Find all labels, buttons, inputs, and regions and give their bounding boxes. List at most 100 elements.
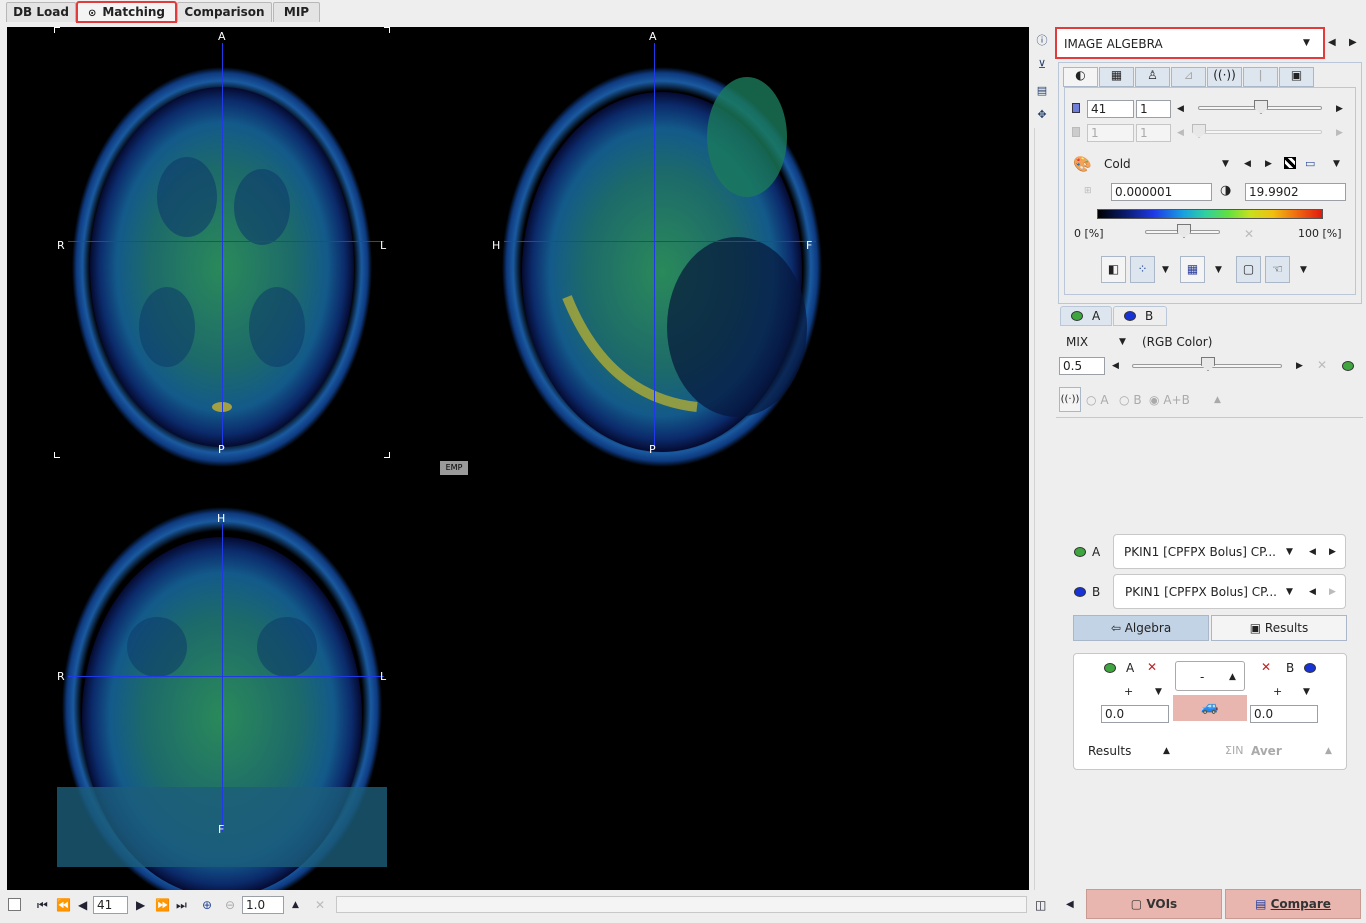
contrast-icon[interactable]: ◑ — [1220, 183, 1236, 201]
close-icon[interactable]: ✕ — [315, 898, 325, 912]
series-a-select[interactable]: PKIN1 [CPFPX Bolus] CP... ▼ ◀ ▶ — [1113, 534, 1346, 569]
min-value-input[interactable]: 0.000001 — [1111, 183, 1212, 201]
operator-select[interactable]: - ▲ — [1175, 661, 1245, 691]
right-arrow-icon[interactable]: ▶ — [1336, 104, 1343, 114]
chevron-down-icon[interactable]: ▼ — [1222, 159, 1229, 169]
prev-arrow-icon[interactable]: ◀ — [1328, 37, 1336, 48]
chevron-up-icon[interactable]: ▲ — [292, 900, 299, 910]
left-arrow-icon[interactable]: ◀ — [1244, 159, 1251, 169]
mix-mode-select[interactable]: MIX — [1066, 335, 1088, 349]
checker-icon[interactable] — [1284, 157, 1296, 169]
chevron-down-icon[interactable]: ▼ — [1162, 265, 1169, 275]
zoom-in-icon[interactable]: ⊕ — [202, 898, 212, 912]
frame-slider[interactable] — [1198, 130, 1322, 134]
info-icon[interactable]: ⓘ — [1034, 33, 1050, 49]
chevron-down-icon[interactable]: ▼ — [1215, 265, 1222, 275]
mix-value-input[interactable]: 0.5 — [1059, 357, 1105, 375]
grid-icon[interactable]: ▦ — [1180, 256, 1205, 283]
person-tab-icon[interactable]: ♙ — [1135, 67, 1170, 87]
circle-icon[interactable]: ▢ — [1236, 256, 1261, 283]
calculate-button[interactable]: 🚙 — [1173, 695, 1247, 721]
save-tab-icon[interactable]: ▣ — [1279, 67, 1314, 87]
tool-tab-icon[interactable]: ǀ — [1243, 67, 1278, 87]
left-arrow-icon[interactable]: ◀ — [1112, 361, 1119, 371]
dots-icon[interactable]: ⁘ — [1130, 256, 1155, 283]
series-b-select[interactable]: PKIN1 [CPFPX Bolus] CP... ▼ ◀ ▶ — [1113, 574, 1346, 609]
radio-ab[interactable]: ◉ A+B — [1149, 393, 1190, 407]
chevron-up-icon[interactable]: ▲ — [1214, 395, 1221, 405]
image-viewer[interactable]: A P R L A P H F EMP H F R L — [7, 27, 1029, 890]
chevron-down-icon[interactable]: ▼ — [1300, 265, 1307, 275]
b-constant-input[interactable]: 0.0 — [1250, 705, 1318, 723]
clear-a-icon[interactable]: ✕ — [1147, 660, 1157, 674]
frame-input[interactable]: 1 — [1087, 124, 1134, 142]
right-arrow-icon[interactable]: ▶ — [1336, 128, 1343, 138]
grid-tab-icon[interactable]: ▦ — [1099, 67, 1134, 87]
tab-mip[interactable]: MIP — [273, 2, 320, 22]
checkbox[interactable] — [8, 898, 21, 911]
window-icon[interactable]: ◫ — [1035, 898, 1046, 912]
layout-icon[interactable]: ⊻ — [1034, 57, 1050, 73]
vois-button[interactable]: ▢ VOIs — [1086, 889, 1222, 919]
next-fast-icon[interactable]: ⏩ — [155, 898, 170, 912]
a-sign-select[interactable]: + — [1124, 685, 1133, 698]
emp-badge[interactable]: EMP — [440, 461, 468, 475]
signal-icon[interactable]: ((·)) — [1059, 387, 1081, 412]
horizontal-scrollbar[interactable] — [336, 896, 1027, 913]
chart-tab-icon[interactable]: ⊿ — [1171, 67, 1206, 87]
compare-button[interactable]: ▤ Compare — [1225, 889, 1361, 919]
bottom-slice-input[interactable]: 41 — [93, 896, 128, 914]
left-arrow-icon[interactable]: ◀ — [1177, 104, 1184, 114]
chevron-up-icon[interactable]: ▲ — [1163, 746, 1170, 756]
next-arrow-icon[interactable]: ▶ — [1349, 37, 1357, 48]
clear-b-icon[interactable]: ✕ — [1261, 660, 1271, 674]
a-constant-input[interactable]: 0.0 — [1101, 705, 1169, 723]
left-arrow-icon[interactable]: ◀ — [1177, 128, 1184, 138]
radio-b[interactable]: ○ B — [1119, 393, 1142, 407]
tab-db-load[interactable]: DB Load — [6, 2, 76, 22]
colorbar[interactable] — [1097, 209, 1323, 219]
prev-icon[interactable]: ◀ — [78, 898, 87, 912]
prev-fast-icon[interactable]: ⏪ — [56, 898, 71, 912]
palette-icon[interactable]: 🎨 — [1073, 155, 1093, 173]
tab-b[interactable]: B — [1113, 306, 1167, 326]
last-slice-icon[interactable]: ⏭ — [176, 898, 187, 913]
slice-input[interactable]: 41 — [1087, 100, 1134, 118]
close-icon[interactable]: ✕ — [1244, 227, 1254, 241]
slider-thumb[interactable] — [1201, 357, 1215, 371]
b-sign-select[interactable]: + — [1273, 685, 1282, 698]
max-value-input[interactable]: 19.9902 — [1245, 183, 1346, 201]
tab-comparison[interactable]: Comparison — [177, 2, 272, 22]
right-arrow-icon[interactable]: ▶ — [1296, 361, 1303, 371]
tab-a[interactable]: A — [1060, 306, 1112, 326]
signal-tab-icon[interactable]: ((·)) — [1207, 67, 1242, 87]
frame-step-input[interactable]: 1 — [1136, 124, 1171, 142]
aver-select[interactable]: Aver — [1251, 744, 1282, 758]
slice-step-input[interactable]: 1 — [1136, 100, 1171, 118]
results-select[interactable]: Results — [1088, 744, 1131, 758]
side-scrollbar[interactable] — [1034, 128, 1048, 890]
invert-icon[interactable]: ◧ — [1101, 256, 1126, 283]
chevron-down-icon[interactable]: ▼ — [1119, 337, 1126, 347]
algebra-tab[interactable]: ⇦ Algebra — [1073, 615, 1209, 641]
contrast-tab-icon[interactable]: ◐ — [1063, 67, 1098, 87]
colormap-select-value[interactable]: Cold — [1104, 157, 1131, 171]
print-icon[interactable]: ▤ — [1034, 83, 1050, 99]
results-tab[interactable]: ▣ Results — [1211, 615, 1347, 641]
tool-select[interactable]: IMAGE ALGEBRA ▼ — [1055, 27, 1325, 59]
hand-icon[interactable]: ☜ — [1265, 256, 1290, 283]
zoom-input[interactable]: 1.0 — [242, 896, 284, 914]
next-icon[interactable]: ▶ — [136, 898, 145, 912]
right-arrow-icon[interactable]: ▶ — [1265, 159, 1272, 169]
chevron-down-icon[interactable]: ▼ — [1303, 687, 1310, 697]
chevron-down-icon[interactable]: ▼ — [1155, 687, 1162, 697]
first-slice-icon[interactable]: ⏮ — [37, 898, 48, 913]
zoom-out-icon[interactable]: ⊖ — [225, 898, 235, 912]
tab-matching[interactable]: ⊙ Matching — [76, 1, 177, 23]
left-arrow-icon[interactable]: ◀ — [1066, 899, 1074, 910]
close-icon[interactable]: ✕ — [1317, 358, 1327, 372]
radio-a[interactable]: ○ A — [1086, 393, 1109, 407]
copy-icon[interactable]: ▭ — [1305, 157, 1319, 170]
chevron-down-icon[interactable]: ▼ — [1333, 159, 1340, 169]
target-icon[interactable]: ✥ — [1034, 107, 1050, 123]
